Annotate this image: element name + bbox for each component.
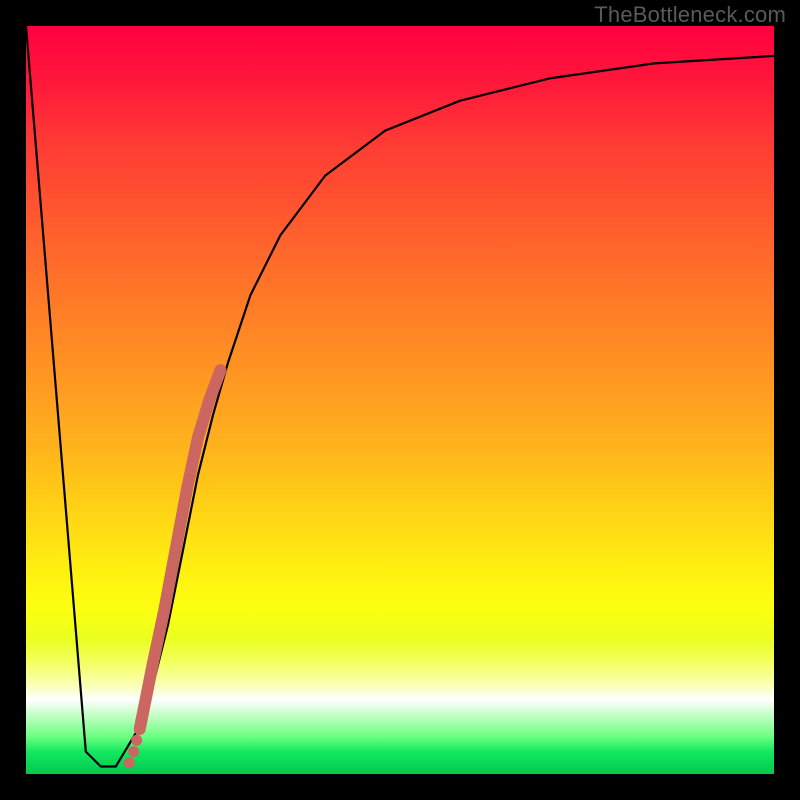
plot-area — [26, 26, 774, 774]
marker-band — [140, 370, 221, 729]
highlight-band-path — [140, 370, 221, 729]
marker-dot — [131, 735, 142, 746]
main-curve-path — [26, 26, 774, 767]
marker-dot — [124, 757, 135, 768]
bottleneck-curve-line — [26, 26, 774, 767]
chart-frame: TheBottleneck.com — [0, 0, 800, 800]
marker-dot — [134, 724, 145, 735]
chart-svg — [26, 26, 774, 774]
marker-dot — [128, 746, 139, 757]
watermark-text: TheBottleneck.com — [594, 2, 786, 28]
